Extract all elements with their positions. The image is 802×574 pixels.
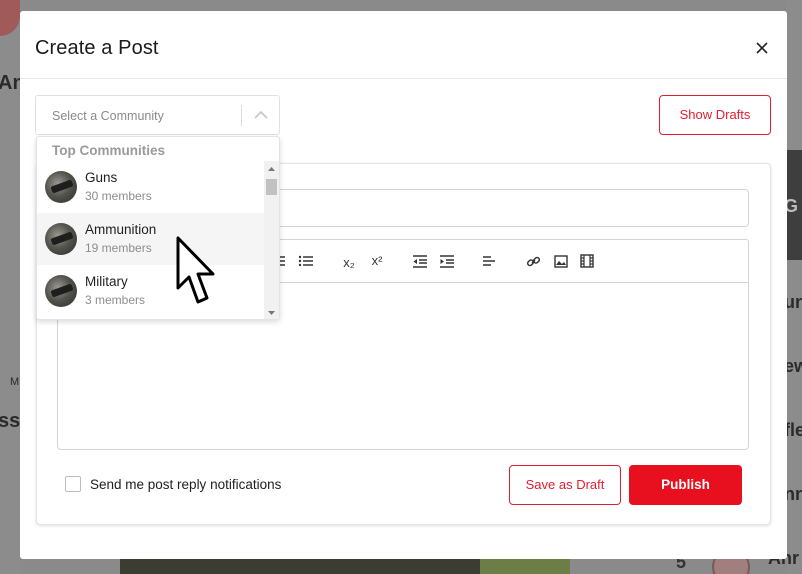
community-option-ammunition[interactable]: Ammunition 19 members xyxy=(37,213,265,265)
publish-button[interactable]: Publish xyxy=(629,465,742,505)
select-divider xyxy=(241,105,242,126)
subscript-icon[interactable]: x₂ xyxy=(340,253,358,271)
scroll-thumb[interactable] xyxy=(266,179,277,195)
dropdown-header: Top Communities xyxy=(52,143,165,158)
community-avatar xyxy=(45,171,77,203)
video-icon[interactable] xyxy=(579,252,595,270)
community-name: Ammunition xyxy=(85,222,157,237)
community-select-placeholder: Select a Community xyxy=(52,109,164,123)
superscript-icon[interactable]: x² xyxy=(368,251,386,269)
community-avatar xyxy=(45,223,77,255)
image-icon[interactable] xyxy=(553,252,569,270)
community-option-guns[interactable]: Guns 30 members xyxy=(37,161,265,213)
notify-row: Send me post reply notifications xyxy=(65,476,281,492)
scroll-down-arrow-icon[interactable] xyxy=(267,309,276,317)
close-icon xyxy=(756,42,768,54)
community-select[interactable]: Select a Community xyxy=(35,95,280,135)
reply-notifications-label: Send me post reply notifications xyxy=(90,476,282,492)
scroll-up-arrow-icon[interactable] xyxy=(267,165,276,173)
community-members: 3 members xyxy=(85,293,146,307)
community-dropdown: Top Communities Guns 30 members Ammuniti… xyxy=(36,136,280,320)
close-button[interactable] xyxy=(751,37,773,59)
modal-header: Create a Post xyxy=(20,11,787,79)
community-name: Military xyxy=(85,274,128,289)
community-avatar xyxy=(45,275,77,307)
community-members: 19 members xyxy=(85,241,152,255)
community-members: 30 members xyxy=(85,189,152,203)
outdent-icon[interactable] xyxy=(412,252,428,270)
align-left-icon[interactable] xyxy=(482,252,496,270)
save-as-draft-button[interactable]: Save as Draft xyxy=(509,465,621,505)
dropdown-scrollbar[interactable] xyxy=(264,161,279,319)
modal-title: Create a Post xyxy=(35,37,159,59)
reply-notifications-checkbox[interactable] xyxy=(65,476,81,492)
community-name: Guns xyxy=(85,170,118,185)
bg-left-text-m: M xyxy=(10,376,20,388)
community-option-military[interactable]: Military 3 members xyxy=(37,265,265,317)
indent-icon[interactable] xyxy=(439,252,455,270)
list-icon[interactable] xyxy=(298,252,314,270)
chevron-up-icon[interactable] xyxy=(253,108,269,122)
link-icon[interactable] xyxy=(525,252,541,270)
show-drafts-button[interactable]: Show Drafts xyxy=(659,95,771,135)
bg-left-text-2: ss xyxy=(0,410,21,432)
